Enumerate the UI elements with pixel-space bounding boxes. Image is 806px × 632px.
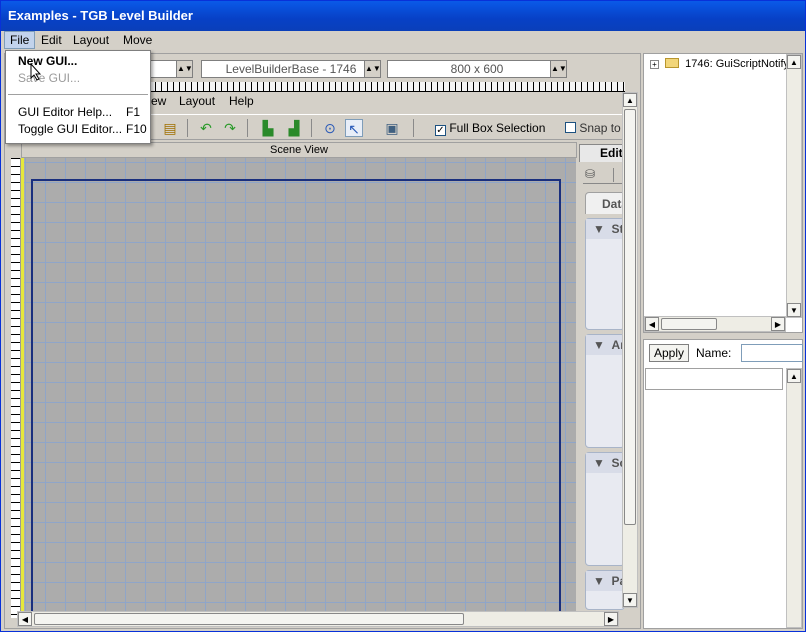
bring-front-icon[interactable]: ▙: [259, 119, 277, 137]
full-box-selection-checkbox[interactable]: ✓ Full Box Selection: [435, 121, 545, 136]
menu-item-save-gui: Save GUI...: [18, 71, 81, 85]
profile-select-value: LevelBuilderBase - 1746: [225, 62, 357, 76]
selection-edge: [21, 158, 24, 618]
scroll-up-icon[interactable]: ▲: [787, 369, 801, 383]
value-field[interactable]: [645, 368, 783, 390]
send-back-icon[interactable]: ▟: [285, 119, 303, 137]
section-header[interactable]: ▼ Pa: [586, 571, 626, 591]
menu-edit[interactable]: Edit: [36, 31, 67, 49]
object-tree: + 1746: GuiScriptNotify ▲ ▼ ◀ ▶: [643, 53, 803, 333]
tree-horizontal-scrollbar[interactable]: ◀ ▶: [644, 316, 786, 332]
resolution-select-value: 800 x 600: [450, 62, 504, 76]
chevron-down-icon: ▲▼: [550, 61, 567, 77]
scroll-thumb[interactable]: [661, 318, 717, 330]
app-window: Examples - TGB Level Builder File Edit L…: [0, 0, 806, 632]
snap-to-label: Snap to: [579, 121, 621, 135]
scene-view-title: Scene View: [270, 144, 328, 156]
snap-to-checkbox[interactable]: Snap to: [565, 121, 621, 135]
vertical-ruler: [11, 158, 21, 618]
scene-view-header: Scene View: [21, 142, 577, 158]
editor-menu-help[interactable]: Help: [229, 94, 254, 108]
tree-vertical-scrollbar[interactable]: ▲ ▼: [786, 54, 802, 318]
play-icon[interactable]: ⊙: [321, 119, 339, 137]
title-bar: Examples - TGB Level Builder: [1, 1, 805, 31]
tool-icon[interactable]: ⛁: [585, 167, 595, 181]
main-menubar: File Edit Layout Move: [1, 31, 805, 49]
scroll-thumb[interactable]: [34, 613, 464, 625]
unchecked-box-icon: [565, 122, 576, 133]
horizontal-ruler: [125, 82, 625, 92]
folder-icon: [665, 58, 680, 68]
section-header[interactable]: ▼ Sc: [586, 453, 626, 473]
tab-data[interactable]: Data: [585, 192, 628, 214]
window-title: Examples - TGB Level Builder: [8, 8, 193, 23]
chevron-down-icon: ▲▼: [364, 61, 381, 77]
select-arrow-icon[interactable]: ↖: [345, 119, 363, 137]
screen-icon[interactable]: ▣: [383, 119, 401, 137]
scene-canvas[interactable]: [21, 158, 576, 613]
scroll-left-icon[interactable]: ◀: [645, 317, 659, 331]
scroll-left-icon[interactable]: ◀: [18, 612, 32, 626]
section-ar: ▼ Ar: [585, 334, 625, 448]
scroll-down-icon[interactable]: ▼: [787, 303, 801, 317]
tab-edit[interactable]: Edit: [579, 144, 625, 162]
properties-side-panel: Edit ⛁ Data ▼ St ▼ Ar ▼ Sc ▼ Pa: [577, 142, 628, 610]
section-st: ▼ St: [585, 218, 625, 330]
editor-vertical-scrollbar[interactable]: ▲ ▼: [622, 92, 638, 608]
section-pa: ▼ Pa: [585, 570, 626, 610]
menu-item-gui-editor-help[interactable]: GUI Editor Help... F1: [18, 105, 140, 119]
section-sc: ▼ Sc: [585, 452, 626, 566]
editor-menu-layout[interactable]: Layout: [179, 94, 215, 108]
menu-layout[interactable]: Layout: [68, 31, 114, 49]
name-field[interactable]: [741, 344, 803, 362]
undo-icon[interactable]: ↶: [197, 119, 215, 137]
full-box-selection-label: Full Box Selection: [449, 121, 546, 135]
resolution-select[interactable]: 800 x 600 ▲▼: [387, 60, 567, 78]
tree-item[interactable]: + 1746: GuiScriptNotify: [650, 58, 789, 70]
file-menu-dropdown: New GUI... Save GUI... GUI Editor Help..…: [5, 50, 151, 144]
section-header[interactable]: ▼ St: [586, 219, 624, 239]
redo-icon[interactable]: ↷: [221, 119, 239, 137]
menu-move[interactable]: Move: [118, 31, 157, 49]
menu-item-new-gui[interactable]: New GUI...: [18, 54, 77, 68]
chevron-down-icon: ▲▼: [176, 61, 193, 77]
name-label: Name:: [696, 346, 732, 360]
tree-item-label: 1746: GuiScriptNotify: [685, 58, 790, 70]
gui-bounds-frame: [31, 179, 561, 613]
apply-button[interactable]: Apply: [649, 344, 689, 362]
inspector-vertical-scrollbar[interactable]: ▲: [786, 368, 802, 628]
scroll-up-icon[interactable]: ▲: [787, 55, 801, 69]
paste-icon[interactable]: ▤: [161, 119, 179, 137]
expand-icon[interactable]: +: [650, 60, 659, 69]
menu-separator: [8, 94, 148, 95]
canvas-horizontal-scrollbar[interactable]: ◀ ▶: [17, 611, 619, 627]
profile-select[interactable]: LevelBuilderBase - 1746 ▲▼: [201, 60, 381, 78]
scroll-up-icon[interactable]: ▲: [623, 93, 637, 107]
checkmark-icon: ✓: [435, 125, 446, 136]
scroll-right-icon[interactable]: ▶: [771, 317, 785, 331]
object-tree-pane: + 1746: GuiScriptNotify ▲ ▼ ◀ ▶ Apply Na…: [643, 53, 805, 629]
section-header[interactable]: ▼ Ar: [586, 335, 625, 355]
mouse-cursor-icon: [30, 63, 42, 81]
panel-toolbar: ⛁: [583, 166, 625, 184]
menu-file[interactable]: File: [4, 31, 36, 49]
menu-item-toggle-gui-editor[interactable]: Toggle GUI Editor... F10: [18, 122, 147, 136]
scroll-right-icon[interactable]: ▶: [604, 612, 618, 626]
scroll-down-icon[interactable]: ▼: [623, 593, 637, 607]
inspector-panel: Apply Name: ▲: [643, 339, 803, 629]
editor-menu-view[interactable]: ew: [151, 94, 166, 108]
scroll-thumb[interactable]: [624, 109, 636, 525]
